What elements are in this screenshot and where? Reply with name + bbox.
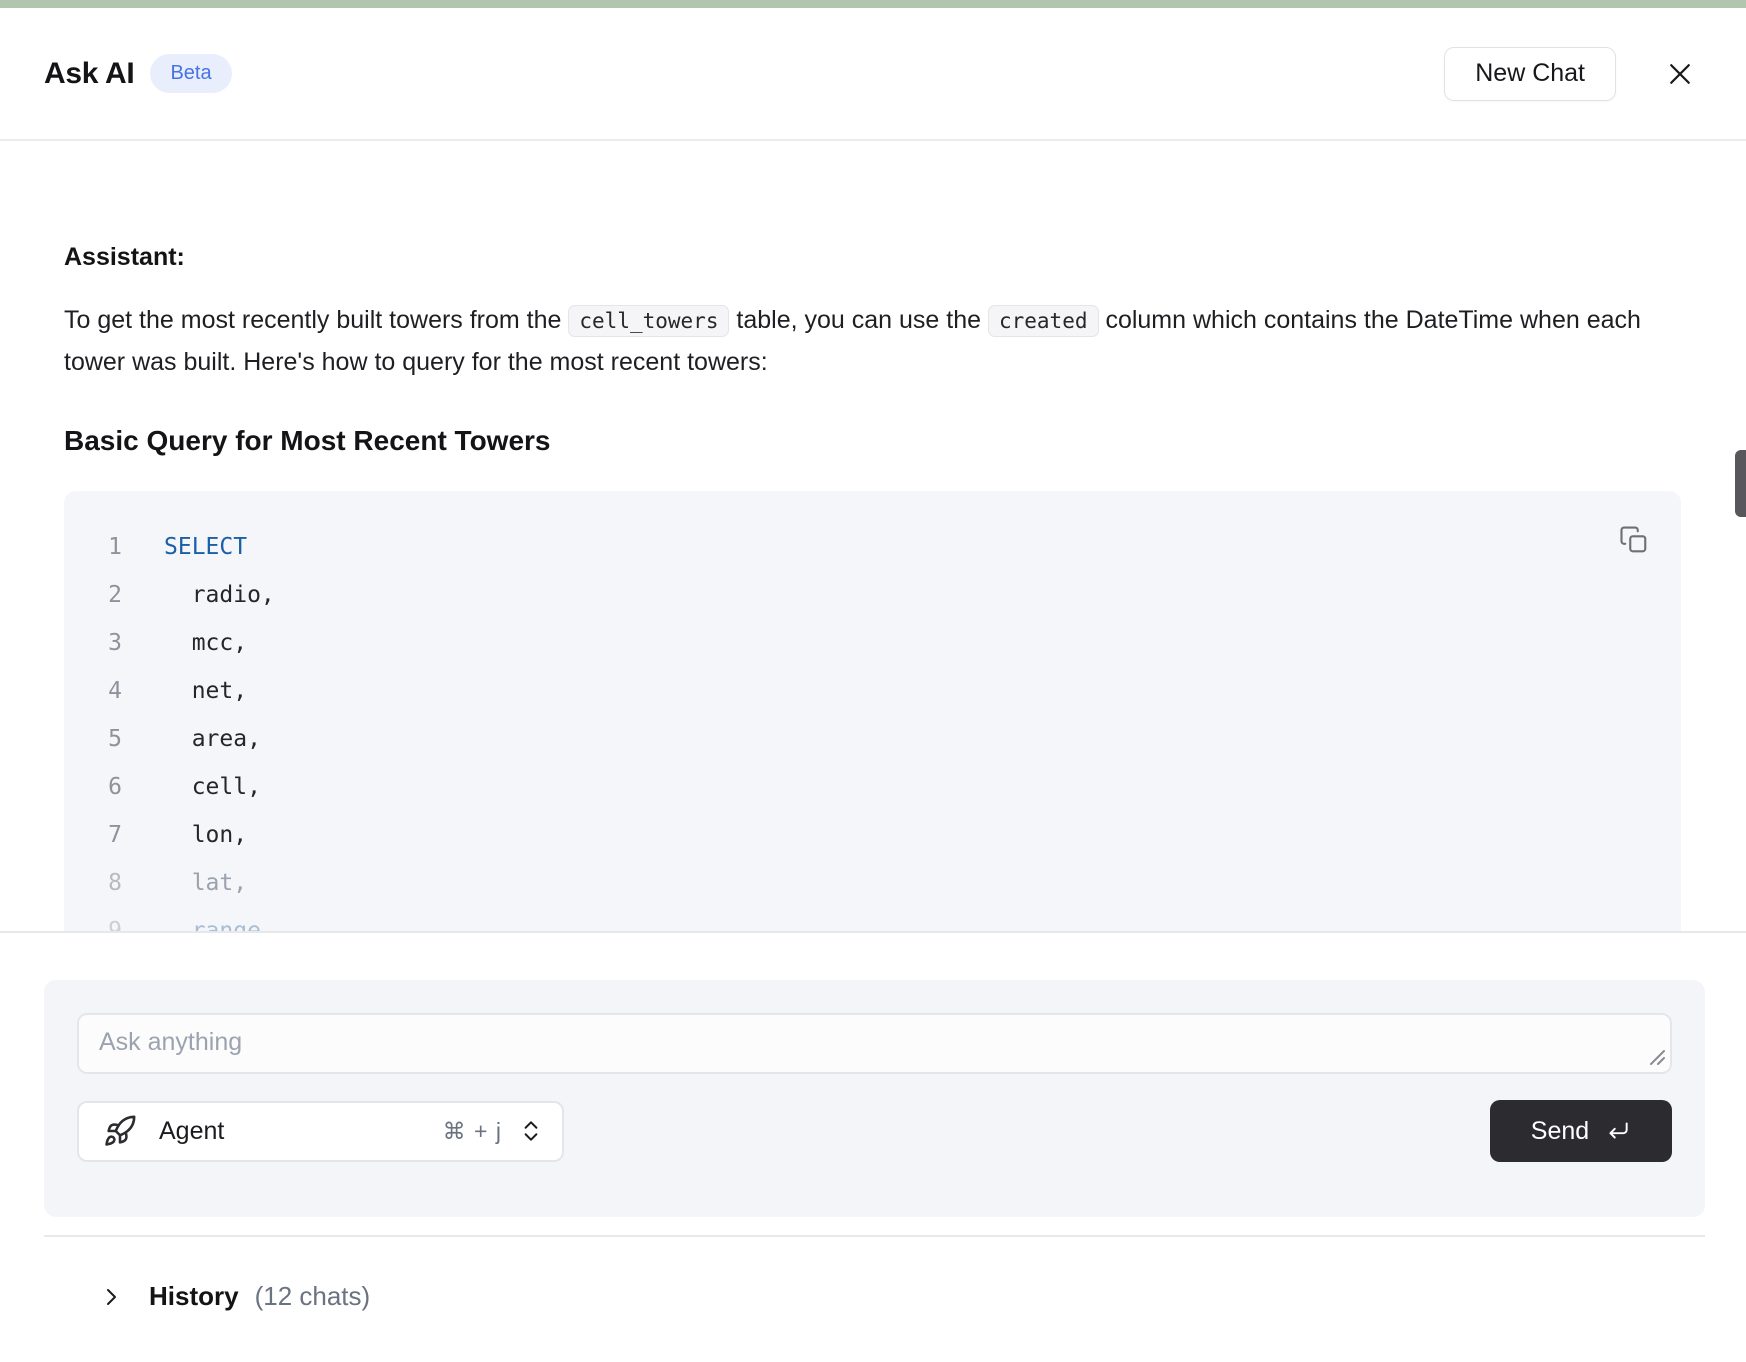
code-line: 3 mcc, — [64, 619, 1681, 667]
copy-code-button[interactable] — [1617, 523, 1651, 557]
code-line: 1 SELECT — [64, 523, 1681, 571]
agent-mode-label: Agent — [159, 1117, 224, 1146]
ask-ai-panel: Ask AI Beta New Chat Assistant: To get t… — [0, 0, 1746, 1362]
top-accent-bar — [0, 0, 1746, 8]
copy-icon — [1619, 525, 1649, 555]
code-line: 7 lon, — [64, 811, 1681, 859]
line-text: SELECT — [164, 534, 247, 560]
line-text: radio, — [164, 582, 275, 608]
code-line: 9 range, — [64, 907, 1681, 931]
panel-title: Ask AI — [44, 57, 134, 91]
line-text: mcc, — [164, 630, 247, 656]
history-toggle[interactable]: History (12 chats) — [44, 1237, 1705, 1312]
inline-code: cell_towers — [568, 305, 729, 337]
assistant-paragraph: To get the most recently built towers fr… — [64, 300, 1683, 383]
close-icon — [1665, 59, 1695, 89]
line-number: 9 — [64, 918, 122, 931]
code-line: 2 radio, — [64, 571, 1681, 619]
line-number: 7 — [64, 822, 122, 848]
line-number: 6 — [64, 774, 122, 800]
line-number: 8 — [64, 870, 122, 896]
line-text: area, — [164, 726, 261, 752]
line-number: 2 — [64, 582, 122, 608]
send-button-label: Send — [1531, 1117, 1589, 1146]
history-count: (12 chats) — [255, 1281, 371, 1312]
line-number: 5 — [64, 726, 122, 752]
code-lines: 1SELECT2 radio,3 mcc,4 net,5 area,6 cell… — [64, 523, 1681, 931]
ask-input-wrap — [77, 1013, 1672, 1074]
new-chat-button[interactable]: New Chat — [1444, 47, 1616, 101]
line-text: net, — [164, 678, 247, 704]
header: Ask AI Beta New Chat — [0, 8, 1746, 139]
history-label: History — [149, 1281, 239, 1312]
line-number: 4 — [64, 678, 122, 704]
line-text: cell, — [164, 774, 261, 800]
chat-message-area: Assistant: To get the most recently buil… — [0, 141, 1746, 931]
composer-row: Agent ⌘ + j Send — [77, 1100, 1672, 1162]
assistant-role-label: Assistant: — [64, 243, 1683, 272]
line-text: range, — [164, 918, 275, 931]
line-number: 3 — [64, 630, 122, 656]
section-heading: Basic Query for Most Recent Towers — [64, 425, 1683, 457]
sql-code-block: 1SELECT2 radio,3 mcc,4 net,5 area,6 cell… — [64, 491, 1681, 931]
composer-panel: Agent ⌘ + j Send — [44, 980, 1705, 1217]
ask-input[interactable] — [77, 1013, 1672, 1074]
code-line: 5 area, — [64, 715, 1681, 763]
chevrons-up-down-icon — [518, 1118, 544, 1144]
return-key-icon — [1605, 1118, 1631, 1144]
line-text: lon, — [164, 822, 247, 848]
code-line: 6 cell, — [64, 763, 1681, 811]
code-line: 4 net, — [64, 667, 1681, 715]
composer-section: Agent ⌘ + j Send — [0, 931, 1746, 1312]
chevron-right-icon — [99, 1285, 123, 1309]
line-number: 1 — [64, 534, 122, 560]
line-text: lat, — [164, 870, 247, 896]
rocket-icon — [103, 1114, 137, 1148]
beta-badge: Beta — [150, 54, 231, 93]
agent-mode-selector[interactable]: Agent ⌘ + j — [77, 1101, 564, 1162]
inline-code: created — [988, 305, 1099, 337]
code-line: 8 lat, — [64, 859, 1681, 907]
send-button[interactable]: Send — [1490, 1100, 1672, 1162]
scrollbar-thumb[interactable] — [1735, 450, 1746, 517]
agent-shortcut: ⌘ + j — [443, 1118, 502, 1145]
close-button[interactable] — [1658, 52, 1702, 96]
